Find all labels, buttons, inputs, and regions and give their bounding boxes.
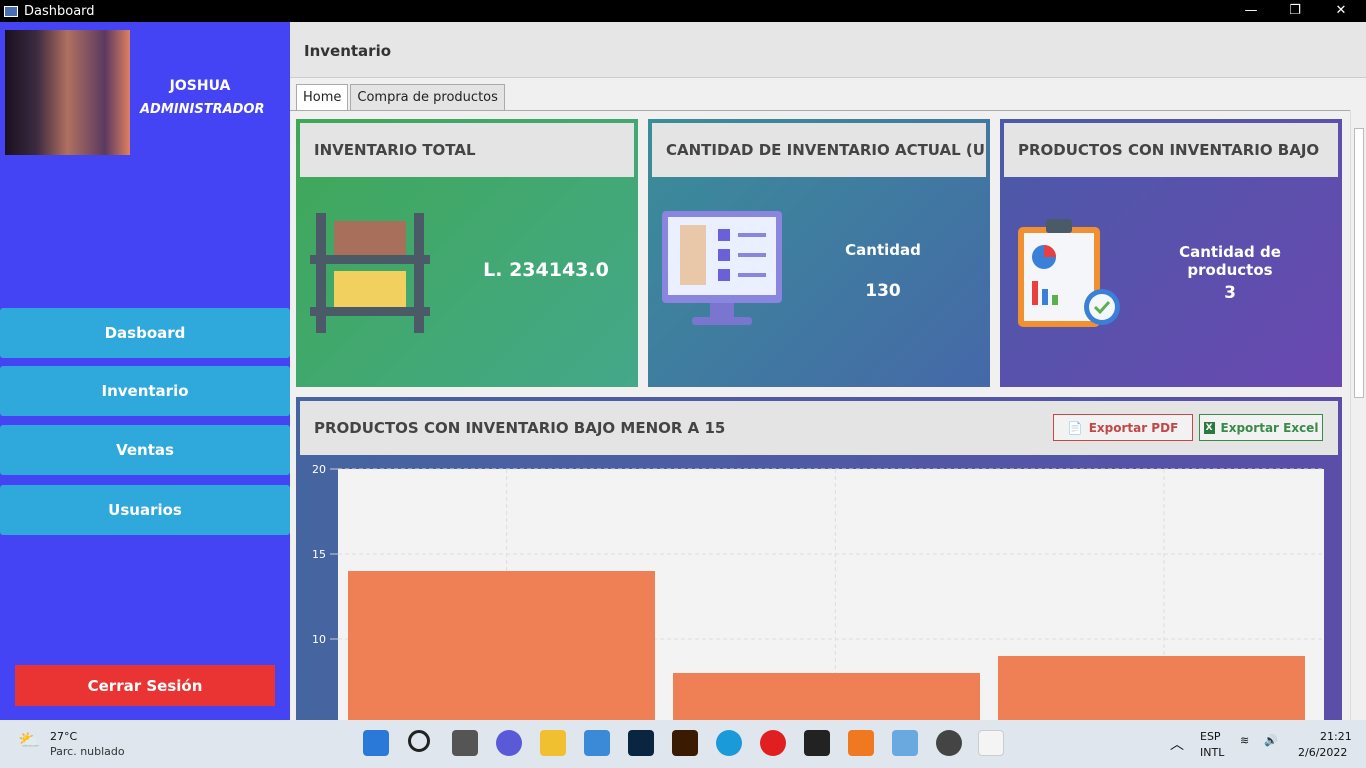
avatar — [5, 30, 130, 155]
illustrator-icon[interactable] — [672, 730, 698, 756]
nav-inventario[interactable]: Inventario — [0, 366, 290, 416]
productos-label: Cantidad de productos — [1179, 243, 1281, 279]
card-cantidad-inventario: CANTIDAD DE INVENTARIO ACTUAL (U... Cant… — [648, 119, 990, 387]
close-button[interactable]: ✕ — [1318, 0, 1364, 22]
sidebar: JOSHUA ADMINISTRADOR Dasboard Inventario… — [0, 22, 290, 720]
lang-code[interactable]: ESP — [1200, 730, 1221, 743]
youtube-music-icon[interactable] — [760, 730, 786, 756]
card-title: PRODUCTOS CON INVENTARIO BAJO — [1004, 123, 1338, 177]
weather-icon: ⛅ — [18, 730, 41, 751]
page-title: Inventario — [290, 22, 1366, 78]
chevron-up-icon[interactable]: ︿ — [1170, 734, 1184, 754]
y-tick-label: 15 — [312, 548, 326, 561]
logout-button[interactable]: Cerrar Sesión — [15, 665, 275, 706]
start-icon[interactable] — [363, 730, 389, 756]
lang-layout[interactable]: INTL — [1200, 746, 1224, 759]
tab-compra-productos[interactable]: Compra de productos — [350, 84, 505, 111]
app-icon — [4, 5, 18, 17]
export-excel-button[interactable]: X Exportar Excel — [1199, 414, 1323, 441]
photoshop-icon[interactable] — [628, 730, 654, 756]
nav-usuarios[interactable]: Usuarios — [0, 485, 290, 535]
clock-time[interactable]: 21:21 — [1320, 730, 1352, 743]
task-view-icon[interactable] — [452, 730, 478, 756]
minimize-button[interactable]: — — [1228, 0, 1274, 22]
taskbar: ⛅ 27°C Parc. nublado ︿ ESP INTL ≋ 🔊 21:2… — [0, 720, 1366, 768]
search-icon[interactable] — [408, 730, 430, 752]
window-title: Dashboard — [24, 3, 95, 19]
bar — [348, 571, 655, 723]
user-role: ADMINISTRADOR — [140, 102, 265, 117]
edge-icon[interactable] — [716, 730, 742, 756]
restore-button[interactable]: ❐ — [1272, 0, 1318, 22]
cantidad-label: Cantidad — [845, 241, 921, 259]
warehouse-shelf-icon — [310, 213, 430, 333]
chart-title: PRODUCTOS CON INVENTARIO BAJO MENOR A 15 — [314, 419, 726, 437]
vertical-scrollbar[interactable] — [1350, 110, 1366, 720]
store-icon[interactable] — [584, 730, 610, 756]
inventario-total-value: L. 234143.0 — [483, 259, 609, 281]
card-inventario-total: INVENTARIO TOTAL L. 234143.0 — [296, 119, 638, 387]
export-pdf-button[interactable]: 📄 Exportar PDF — [1053, 414, 1193, 441]
chat-icon[interactable] — [496, 730, 522, 756]
export-pdf-label: Exportar PDF — [1088, 420, 1179, 435]
weather-temp: 27°C — [50, 730, 78, 743]
monitor-checklist-icon — [662, 211, 782, 325]
pdf-icon: 📄 — [1067, 420, 1083, 435]
weather-desc: Parc. nublado — [50, 745, 125, 758]
user-name: JOSHUA — [169, 78, 231, 94]
card-productos-bajo: PRODUCTOS CON INVENTARIO BAJO Cantidad d… — [1000, 119, 1342, 387]
nav-ventas[interactable]: Ventas — [0, 425, 290, 475]
java-app-icon[interactable] — [978, 730, 1004, 756]
productos-value: 3 — [1224, 283, 1236, 303]
export-excel-label: Exportar Excel — [1220, 420, 1319, 435]
card-title: INVENTARIO TOTAL — [300, 123, 634, 177]
valorant-icon[interactable] — [804, 730, 830, 756]
chart-panel: PRODUCTOS CON INVENTARIO BAJO MENOR A 15… — [296, 397, 1342, 727]
bar — [998, 656, 1305, 723]
scrollbar-thumb[interactable] — [1354, 128, 1364, 398]
xampp-icon[interactable] — [848, 730, 874, 756]
nav-dashboard[interactable]: Dasboard — [0, 308, 290, 358]
y-tick-label: 20 — [312, 463, 326, 476]
wifi-icon[interactable]: ≋ — [1240, 734, 1249, 747]
card-title: CANTIDAD DE INVENTARIO ACTUAL (U... — [652, 123, 986, 177]
clipboard-report-icon — [1018, 219, 1120, 327]
excel-icon: X — [1203, 421, 1215, 434]
bar — [673, 673, 980, 723]
clock-date[interactable]: 2/6/2022 — [1298, 746, 1347, 759]
title-bar: Dashboard — [0, 0, 1366, 22]
y-tick-label: 10 — [312, 633, 326, 646]
tab-home[interactable]: Home — [296, 84, 349, 111]
virtualbox-icon[interactable] — [892, 730, 918, 756]
bar-chart: 10 15 20 — [312, 463, 1324, 723]
main-panel: Inventario Home Compra de productos INVE… — [290, 22, 1366, 727]
volume-icon[interactable]: 🔊 — [1264, 734, 1278, 747]
settings-icon[interactable] — [936, 730, 962, 756]
file-explorer-icon[interactable] — [540, 730, 566, 756]
cantidad-value: 130 — [865, 281, 901, 301]
